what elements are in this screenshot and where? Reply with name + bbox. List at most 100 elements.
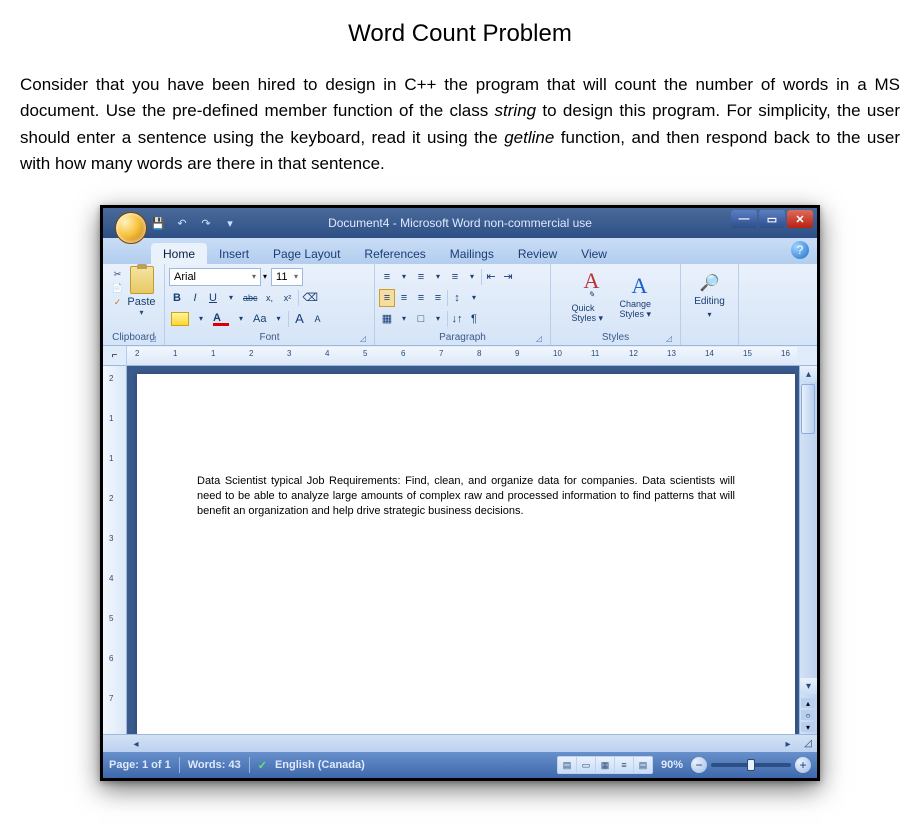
tab-insert[interactable]: Insert (207, 243, 261, 264)
styles-dialog-launcher-icon[interactable]: ◿ (664, 334, 674, 344)
highlight-button[interactable] (169, 310, 191, 328)
align-right-button[interactable]: ≡ (413, 289, 429, 307)
zoom-in-button[interactable]: + (795, 757, 811, 773)
format-painter-icon[interactable]: ✓ (111, 296, 125, 308)
font-name-combo[interactable]: Arial▾ (169, 268, 261, 286)
tab-review[interactable]: Review (506, 243, 569, 264)
zoom-out-button[interactable]: − (691, 757, 707, 773)
status-language[interactable]: English (Canada) (275, 759, 365, 771)
next-page-icon[interactable]: ▾ (801, 722, 815, 732)
subscript-button[interactable]: x, (262, 289, 278, 307)
ribbon-group-styles: A✎ Quick Styles ▾ A Change Styles ▾ Styl… (551, 264, 681, 345)
quick-access-toolbar: 💾 ↶ ↷ ▾ (149, 214, 239, 232)
problem-prompt: Consider that you have been hired to des… (20, 72, 900, 177)
align-left-button[interactable]: ≡ (379, 289, 395, 307)
cut-icon[interactable]: ✂ (111, 268, 125, 280)
ribbon-group-font: Arial▾ ▾ 11▾ B I U ▾ abc x, x (165, 264, 375, 345)
tab-references[interactable]: References (352, 243, 437, 264)
help-icon[interactable]: ? (791, 241, 809, 259)
bullets-button[interactable]: ≡ (379, 268, 395, 286)
status-page[interactable]: Page: 1 of 1 (109, 759, 171, 771)
font-size-combo[interactable]: 11▾ (271, 268, 303, 286)
increase-indent-button[interactable]: ⇥ (500, 268, 516, 286)
web-layout-view-icon[interactable]: ▦ (596, 757, 614, 773)
redo-icon[interactable]: ↷ (197, 214, 215, 232)
horizontal-ruler[interactable]: 2112345678910111213141516 (127, 347, 797, 365)
clipboard-group-label: Clipboard ◿ (107, 332, 160, 345)
copy-icon[interactable]: 📄 (111, 282, 125, 294)
tab-selector[interactable]: ⌐ (103, 346, 127, 366)
font-color-button[interactable]: A (211, 310, 231, 328)
italic-button[interactable]: I (187, 289, 203, 307)
quick-styles-button[interactable]: A✎ Quick Styles ▾ (572, 268, 612, 324)
clipboard-dialog-launcher-icon[interactable]: ◿ (148, 334, 158, 344)
outline-view-icon[interactable]: ≡ (615, 757, 633, 773)
word-window: 💾 ↶ ↷ ▾ Document4 - Microsoft Word non-c… (100, 205, 820, 781)
zoom-slider[interactable] (711, 763, 791, 767)
qat-more-icon[interactable]: ▾ (221, 214, 239, 232)
window-controls: — ▭ ✕ (731, 210, 813, 228)
office-button[interactable] (115, 212, 147, 244)
ribbon-tabs: Home Insert Page Layout References Maili… (103, 238, 817, 264)
scroll-right-icon[interactable]: ▸ (779, 735, 797, 753)
minimize-button[interactable]: — (731, 210, 757, 228)
ribbon-group-editing: 🔎 Editing ▾ (681, 264, 739, 345)
draft-view-icon[interactable]: ▤ (634, 757, 652, 773)
maximize-button[interactable]: ▭ (759, 210, 785, 228)
paragraph-dialog-launcher-icon[interactable]: ◿ (534, 334, 544, 344)
vertical-ruler[interactable]: 211234567 (103, 366, 127, 734)
paste-button[interactable]: Paste ▾ (127, 266, 157, 317)
tab-home[interactable]: Home (151, 243, 207, 264)
save-icon[interactable]: 💾 (149, 214, 167, 232)
tab-page-layout[interactable]: Page Layout (261, 243, 352, 264)
align-center-button[interactable]: ≡ (396, 289, 412, 307)
bold-button[interactable]: B (169, 289, 185, 307)
decrease-indent-button[interactable]: ⇤ (483, 268, 499, 286)
scroll-up-icon[interactable]: ▴ (800, 366, 817, 382)
browse-object-icon[interactable]: ○ (801, 710, 815, 720)
close-button[interactable]: ✕ (787, 210, 813, 228)
multilevel-list-button[interactable]: ≡ (447, 268, 463, 286)
editing-group-label-bottom (685, 332, 734, 345)
strikethrough-button[interactable]: abc (241, 289, 260, 307)
sort-button[interactable]: ↓↑ (449, 310, 465, 328)
scroll-left-icon[interactable]: ◂ (127, 735, 145, 753)
fullscreen-reading-view-icon[interactable]: ▭ (577, 757, 595, 773)
undo-icon[interactable]: ↶ (173, 214, 191, 232)
line-spacing-button[interactable]: ↕ (449, 289, 465, 307)
status-word-count[interactable]: Words: 43 (188, 759, 241, 771)
titlebar: 💾 ↶ ↷ ▾ Document4 - Microsoft Word non-c… (103, 208, 817, 238)
borders-button[interactable]: □ (413, 310, 429, 328)
view-buttons: ▤ ▭ ▦ ≡ ▤ (557, 756, 653, 774)
show-marks-button[interactable]: ¶ (466, 310, 482, 328)
resize-grip-icon[interactable]: ◿ (799, 734, 817, 752)
shrink-font-button[interactable]: A (309, 310, 325, 328)
shading-button[interactable]: ▦ (379, 310, 395, 328)
zoom-percent[interactable]: 90% (661, 759, 683, 771)
spellcheck-icon[interactable]: ✓ (258, 759, 267, 772)
numbering-button[interactable]: ≡ (413, 268, 429, 286)
change-case-button[interactable]: Aa (251, 310, 268, 328)
scroll-down-icon[interactable]: ▾ (800, 678, 817, 694)
clear-formatting-button[interactable]: ⌫ (301, 289, 321, 307)
page-title: Word Count Problem (20, 20, 900, 48)
tab-mailings[interactable]: Mailings (438, 243, 506, 264)
find-icon[interactable]: 🔎 (700, 273, 720, 293)
ribbon-group-clipboard: ✂ 📄 ✓ Paste ▾ Clipboard ◿ (103, 264, 165, 345)
prev-page-icon[interactable]: ▴ (801, 698, 815, 708)
scroll-thumb[interactable] (801, 384, 815, 434)
styles-group-label: Styles ◿ (555, 332, 676, 345)
grow-font-button[interactable]: A (291, 310, 307, 328)
paragraph-group-label: Paragraph ◿ (379, 332, 546, 345)
superscript-button[interactable]: x² (280, 289, 296, 307)
horizontal-scrollbar[interactable]: ◂ ▸ ◿ (103, 734, 817, 752)
font-dialog-launcher-icon[interactable]: ◿ (358, 334, 368, 344)
document-text[interactable]: Data Scientist typical Job Requirements:… (197, 474, 735, 519)
justify-button[interactable]: ≡ (430, 289, 446, 307)
print-layout-view-icon[interactable]: ▤ (558, 757, 576, 773)
underline-button[interactable]: U (205, 289, 221, 307)
document-page[interactable]: Data Scientist typical Job Requirements:… (137, 374, 795, 736)
change-styles-button[interactable]: A Change Styles ▾ (620, 273, 660, 320)
vertical-scrollbar[interactable]: ▴ ▾ ▴ ○ ▾ (799, 366, 817, 734)
tab-view[interactable]: View (569, 243, 619, 264)
